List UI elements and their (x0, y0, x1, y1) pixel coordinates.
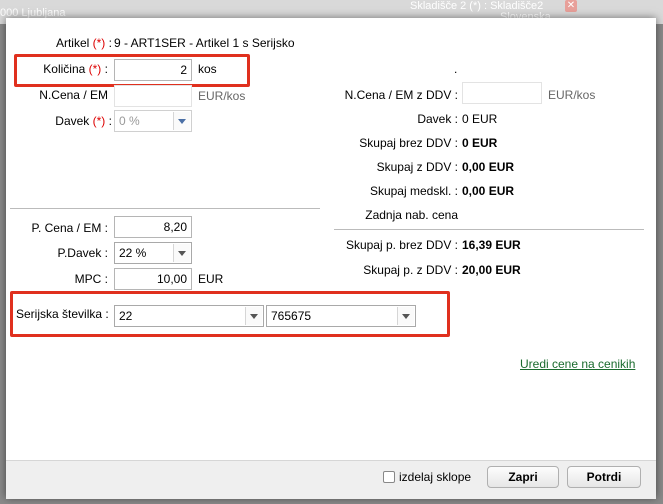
p-cena-label: P. Cena / EM : (31, 221, 108, 235)
davek-right-label: Davek : (417, 112, 458, 126)
skupaj-p-brez-value: 16,39 EUR (462, 238, 521, 252)
artikel-label: Artikel (*) : (55, 36, 112, 50)
mpc-input[interactable]: 10,00 (114, 268, 192, 290)
skupaj-medskl-label: Skupaj medskl. : (369, 184, 458, 198)
chevron-down-icon (245, 307, 262, 325)
skupaj-brez-ddv-value: 0 EUR (462, 136, 498, 150)
p-davek-select[interactable]: 22 % (114, 242, 192, 264)
skupaj-p-z-label: Skupaj p. z DDV : (363, 263, 458, 277)
artikel-value: 9 - ART1SER - Artikel 1 s Serijsko (114, 36, 295, 50)
p-cena-input[interactable]: 8,20 (114, 216, 192, 238)
p-davek-label: P.Davek : (57, 246, 108, 260)
skupaj-z-ddv-value: 0,00 EUR (462, 160, 515, 174)
mpc-unit: EUR (198, 272, 224, 286)
chevron-down-icon (397, 307, 414, 325)
right-divider (334, 229, 644, 230)
serijska-select-first[interactable]: 22 (114, 305, 264, 327)
n-cena-ddv-input[interactable] (462, 82, 542, 104)
serijska-label: Serijska številka : (16, 307, 109, 321)
skupaj-medskl-value: 0,00 EUR (462, 184, 515, 198)
kolicina-input[interactable]: 2 (114, 59, 192, 81)
n-cena-ddv-unit: EUR/kos (548, 88, 596, 102)
skupaj-p-z-value: 20,00 EUR (462, 263, 521, 277)
serijska-first-value: 22 (119, 309, 133, 323)
background-close-icon: ✕ (565, 0, 577, 12)
serijska-select-second[interactable]: 765675 (266, 305, 416, 327)
skupaj-z-ddv-label: Skupaj z DDV : (376, 160, 458, 174)
left-divider (10, 208, 320, 209)
n-cena-em-unit: EUR/kos (198, 89, 246, 103)
davek-label: Davek (*) : (55, 114, 112, 128)
kolicina-label: Količina (*) : (43, 62, 108, 76)
right-dot: . (454, 62, 458, 76)
p-davek-select-value: 22 % (119, 246, 147, 260)
n-cena-ddv-label: N.Cena / EM z DDV : (344, 88, 458, 102)
chevron-down-icon (173, 112, 190, 130)
potrdi-button[interactable]: Potrdi (567, 466, 641, 488)
uredi-cene-link[interactable]: Uredi cene na cenikih (520, 357, 635, 371)
n-cena-em-label: N.Cena / EM (39, 88, 108, 102)
davek-right-value: 0 EUR (462, 112, 498, 126)
kolicina-unit: kos (198, 62, 217, 76)
mpc-label: MPC : (74, 272, 108, 286)
chevron-down-icon (173, 244, 190, 262)
izdelaj-sklope-checkbox[interactable] (383, 471, 395, 483)
izdelaj-sklope-label: izdelaj sklope (399, 470, 472, 484)
skupaj-p-brez-label: Skupaj p. brez DDV : (345, 238, 458, 252)
zapri-button[interactable]: Zapri (487, 466, 559, 488)
serijska-second-value: 765675 (271, 309, 312, 323)
zadnja-nab-cena-label: Zadnja nab. cena (365, 208, 458, 222)
davek-select[interactable]: 0 % (114, 110, 192, 132)
n-cena-em-input[interactable] (114, 85, 192, 107)
skupaj-brez-ddv-label: Skupaj brez DDV : (359, 136, 458, 150)
davek-select-value: 0 % (119, 114, 140, 128)
